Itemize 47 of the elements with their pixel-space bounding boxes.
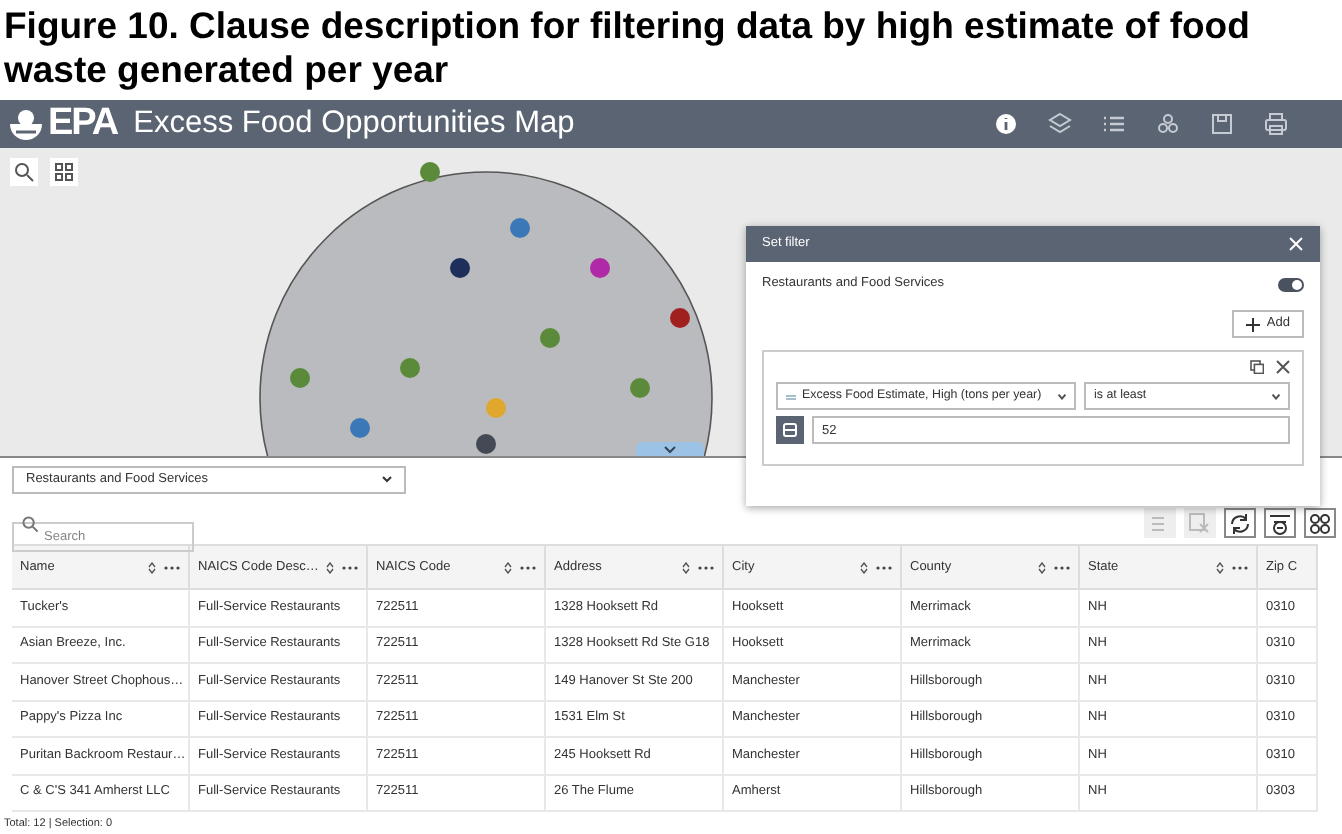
sort-icon (682, 561, 690, 573)
options-button[interactable] (1304, 508, 1336, 538)
logo-text: EPA (48, 99, 118, 148)
sort-icon (504, 561, 512, 573)
refresh-button[interactable] (1224, 508, 1256, 538)
search-button[interactable] (10, 158, 38, 186)
chevron-down-icon (664, 445, 676, 453)
close-button[interactable] (1288, 236, 1304, 252)
sort-icon (148, 561, 156, 573)
app-title: Excess Food Opportunities Map (133, 104, 575, 145)
refresh-icon (1228, 511, 1252, 535)
field-type-icon (786, 393, 796, 399)
close-icon (1288, 236, 1304, 252)
grid-button[interactable] (50, 158, 78, 186)
clear-icon (1188, 511, 1212, 535)
grid-icon (54, 162, 74, 182)
sort-icon (1216, 561, 1224, 573)
toggle-switch[interactable] (1278, 277, 1304, 291)
sort-icon (860, 561, 868, 573)
figure-caption: Figure 10. Clause description for filtering data by high estimate of food waste generated per year (2, 2, 1252, 94)
stack-icon (782, 422, 798, 438)
info-button[interactable] (992, 110, 1020, 138)
filter-button[interactable] (1264, 508, 1296, 538)
search-icon (22, 516, 38, 532)
caret-icon (1272, 393, 1280, 399)
caret-icon (1058, 393, 1066, 399)
copy-icon (1250, 360, 1264, 374)
list-icon (1102, 112, 1126, 136)
layers-icon (1048, 112, 1072, 136)
sort-icon (326, 561, 334, 573)
info-icon (994, 112, 1018, 136)
collapse-button[interactable] (636, 442, 704, 456)
search-icon (14, 162, 34, 182)
people-button[interactable] (1154, 110, 1182, 138)
save-button[interactable] (1208, 110, 1236, 138)
plus-icon (1246, 317, 1261, 331)
value-type-button[interactable] (776, 416, 804, 444)
close-icon (1276, 360, 1290, 374)
filter-icon (1268, 511, 1292, 535)
caret-icon (382, 476, 392, 484)
print-icon (1264, 112, 1288, 136)
options-icon (1308, 511, 1332, 535)
layers-button[interactable] (1046, 110, 1074, 138)
save-icon (1210, 112, 1234, 136)
sort-icon (1038, 561, 1046, 573)
people-icon (1156, 112, 1180, 136)
print-button[interactable] (1262, 110, 1290, 138)
